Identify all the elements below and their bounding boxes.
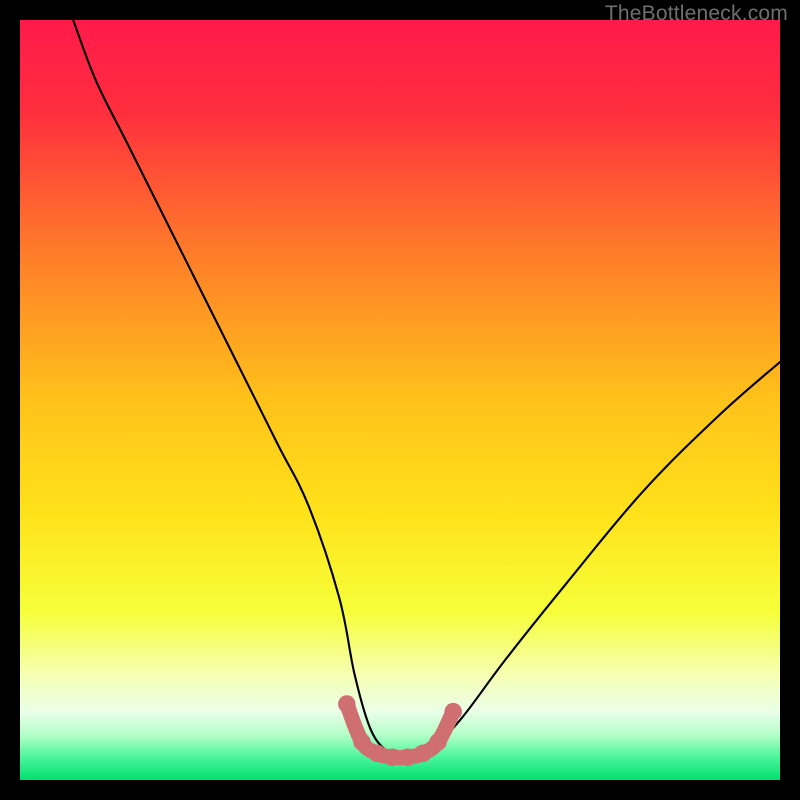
highlight-dot — [429, 733, 446, 750]
curve-layer — [20, 20, 780, 780]
highlight-dot — [338, 695, 355, 712]
highlight-dot — [353, 733, 370, 750]
watermark-text: TheBottleneck.com — [605, 2, 788, 26]
highlight-dot — [444, 703, 461, 720]
highlight-dot — [414, 745, 431, 762]
highlight-dot — [384, 748, 401, 765]
chart-stage: TheBottleneck.com — [0, 0, 800, 800]
plot-area — [20, 20, 780, 780]
highlight-dot — [368, 745, 385, 762]
bottleneck-curve — [73, 20, 780, 758]
highlight-dot — [399, 748, 416, 765]
